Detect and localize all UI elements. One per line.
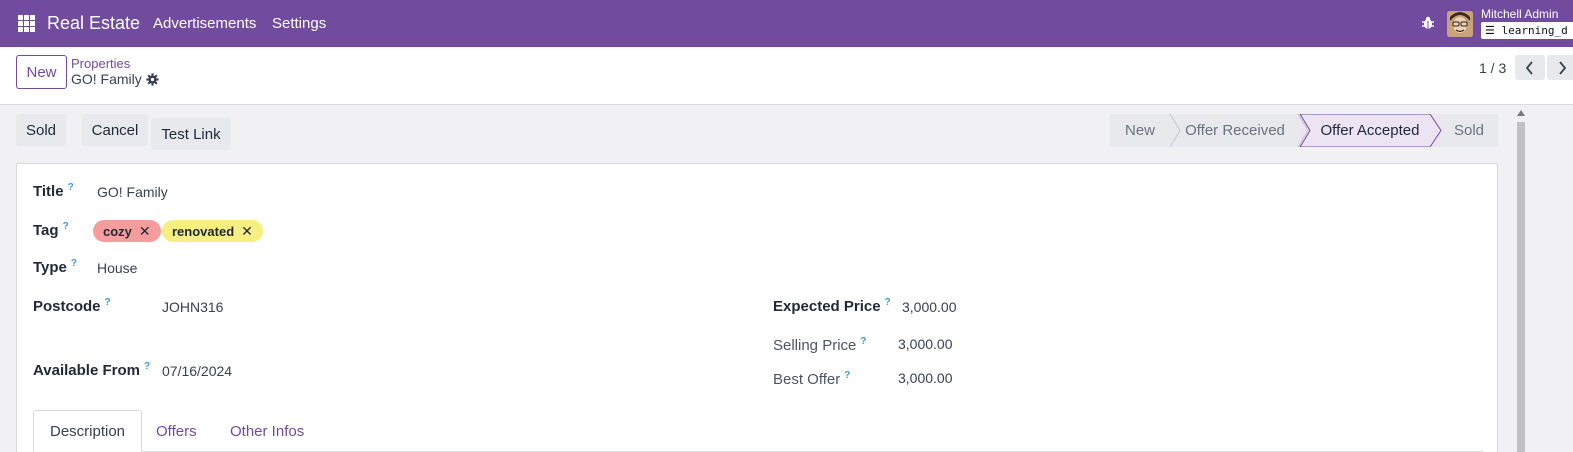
best-offer-label: Best Offer? xyxy=(773,370,851,388)
type-label: Type? xyxy=(33,258,78,276)
pager-next-button[interactable] xyxy=(1547,55,1573,80)
user-name[interactable]: Mitchell Admin xyxy=(1481,7,1558,21)
help-icon: ? xyxy=(70,258,78,269)
control-panel: New Properties GO! Family 1 / 3 xyxy=(0,47,1573,105)
available-from-value[interactable]: 07/16/2024 xyxy=(162,363,232,379)
pager-previous-button[interactable] xyxy=(1515,55,1545,80)
scroll-up-icon[interactable] xyxy=(1517,110,1525,116)
test-link-button[interactable]: Test Link xyxy=(151,118,231,150)
debug-bug-icon[interactable] xyxy=(1420,15,1436,31)
tab-other-infos[interactable]: Other Infos xyxy=(214,410,320,452)
apps-menu-icon[interactable] xyxy=(18,15,35,32)
remove-tag-icon[interactable]: ✕ xyxy=(241,223,253,240)
form-sheet: Title? GO! Family Tag? cozy ✕ renovated ✕ … xyxy=(16,163,1498,452)
user-avatar[interactable] xyxy=(1447,11,1473,37)
help-icon: ? xyxy=(884,297,891,308)
selling-price-label: Selling Price? xyxy=(773,336,867,354)
menu-settings[interactable]: Settings xyxy=(272,15,326,32)
help-icon: ? xyxy=(143,361,151,372)
expected-price-value[interactable]: 3,000.00 xyxy=(902,299,957,315)
expected-price-label: Expected Price? xyxy=(773,297,891,315)
tag-renovated[interactable]: renovated ✕ xyxy=(162,220,263,242)
notebook-tabs: Description Offers Other Infos xyxy=(33,410,1483,452)
database-icon: ☰ xyxy=(1485,24,1495,37)
database-name: learning_d xyxy=(1501,24,1568,37)
help-icon: ? xyxy=(104,297,111,308)
help-icon: ? xyxy=(62,221,69,232)
type-value[interactable]: House xyxy=(97,260,137,276)
selling-price-value: 3,000.00 xyxy=(898,336,953,352)
help-icon: ? xyxy=(67,182,74,193)
chevron-right-icon xyxy=(1559,60,1567,75)
top-navbar: Real Estate Advertisements Settings Mitc… xyxy=(0,0,1573,47)
sold-button[interactable]: Sold xyxy=(16,114,66,146)
title-value[interactable]: GO! Family xyxy=(97,184,168,200)
postcode-value[interactable]: JOHN316 xyxy=(162,299,223,315)
help-icon: ? xyxy=(844,370,851,381)
vertical-scrollbar[interactable] xyxy=(1515,106,1527,452)
best-offer-value: 3,000.00 xyxy=(898,370,953,386)
cancel-button[interactable]: Cancel xyxy=(82,114,148,146)
remove-tag-icon[interactable]: ✕ xyxy=(139,223,151,240)
new-record-button[interactable]: New xyxy=(16,55,67,89)
tab-offers[interactable]: Offers xyxy=(140,410,213,452)
tag-cozy[interactable]: cozy ✕ xyxy=(93,220,161,242)
title-label: Title? xyxy=(33,182,74,200)
postcode-label: Postcode? xyxy=(33,297,111,315)
pager-value[interactable]: 1 / 3 xyxy=(1479,60,1506,76)
database-badge: ☰ learning_d xyxy=(1481,22,1573,39)
status-arrows xyxy=(1169,114,1442,147)
available-from-label: Available From? xyxy=(33,361,151,379)
tag-label: Tag? xyxy=(33,221,69,239)
breadcrumb-properties[interactable]: Properties xyxy=(71,56,130,71)
help-icon: ? xyxy=(860,336,867,347)
gear-icon[interactable] xyxy=(146,73,159,86)
record-name: GO! Family xyxy=(71,71,142,87)
scroll-thumb[interactable] xyxy=(1517,122,1525,452)
app-brand[interactable]: Real Estate xyxy=(47,13,140,34)
menu-advertisements[interactable]: Advertisements xyxy=(153,15,256,32)
chevron-left-icon xyxy=(1525,60,1533,75)
tab-description[interactable]: Description xyxy=(33,410,143,452)
stage-offer-accepted-label: Offer Accepted xyxy=(1320,122,1420,139)
tag-label-cozy: cozy xyxy=(103,223,132,239)
tag-label-renovated: renovated xyxy=(172,223,235,239)
